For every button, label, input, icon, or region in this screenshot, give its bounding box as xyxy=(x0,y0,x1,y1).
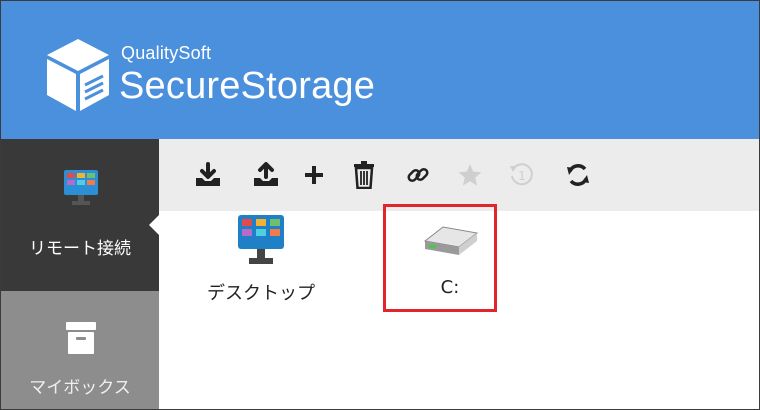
history-icon: 1 xyxy=(510,163,533,186)
svg-text:1: 1 xyxy=(518,169,526,183)
toolbar: 1 xyxy=(159,139,759,211)
app-header: QualitySoft SecureStorage xyxy=(1,1,759,139)
file-label: デスクトップ xyxy=(207,283,315,304)
refresh-button[interactable] xyxy=(563,160,593,190)
download-icon xyxy=(196,162,220,186)
sidebar-item-label: リモート接続 xyxy=(29,239,131,259)
link-icon xyxy=(407,167,429,183)
monitor-icon xyxy=(64,170,98,205)
refresh-icon xyxy=(567,164,589,186)
delete-button[interactable] xyxy=(349,160,379,190)
plus-icon xyxy=(305,166,323,184)
box-icon xyxy=(66,322,96,354)
sidebar-item-remote[interactable]: リモート接続 xyxy=(1,139,160,291)
sidebar-item-label: マイボックス xyxy=(29,378,131,398)
download-button[interactable] xyxy=(193,160,223,190)
file-item-desktop[interactable]: デスクトップ xyxy=(201,213,321,305)
highlight-box xyxy=(383,204,497,312)
history-button[interactable]: 1 xyxy=(507,160,537,190)
add-button[interactable] xyxy=(299,160,329,190)
desktop-icon xyxy=(238,215,284,264)
sidebar: リモート接続 マイボックス xyxy=(1,139,160,409)
link-button[interactable] xyxy=(403,160,433,190)
brand-company: QualitySoft xyxy=(121,43,212,63)
brand-product: SecureStorage xyxy=(119,65,376,107)
favorite-button[interactable] xyxy=(455,160,485,190)
securestorage-logo xyxy=(47,39,109,111)
upload-button[interactable] xyxy=(251,160,281,190)
app-window: QualitySoft SecureStorage リモート接続 マイボックス … xyxy=(0,0,760,410)
upload-icon xyxy=(254,162,278,186)
star-icon xyxy=(458,164,482,186)
sidebar-item-mybox[interactable]: マイボックス xyxy=(1,291,159,409)
trash-icon xyxy=(354,161,374,189)
